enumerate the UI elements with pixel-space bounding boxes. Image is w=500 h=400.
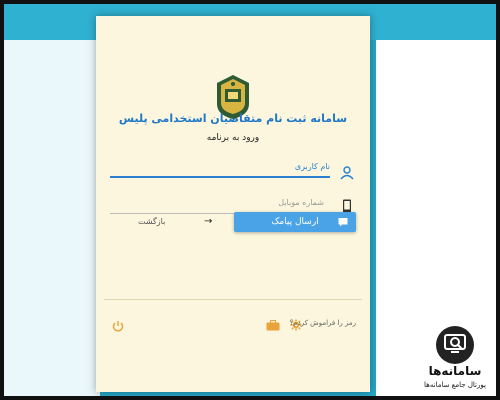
send-sms-button[interactable]: ارسال پیامک	[234, 212, 356, 232]
background-left	[4, 40, 100, 396]
login-card: سامانه ثبت نام متقاضیان استخدامی پلیس ور…	[96, 16, 370, 392]
arrow-right-icon[interactable]: →	[204, 216, 212, 227]
mobile-input[interactable]: شماره موبایل	[278, 198, 324, 207]
site-watermark-logo: سامانه‌ها پورتال جامع سامانه‌ها	[420, 326, 490, 396]
phone-icon	[343, 199, 351, 213]
user-icon	[340, 166, 354, 180]
logo-badge	[436, 326, 474, 364]
message-icon	[338, 218, 348, 227]
watermark-subtitle: پورتال جامع سامانه‌ها	[424, 381, 486, 389]
username-input[interactable]	[110, 176, 330, 178]
forgot-password-link[interactable]: رمز را فراموش کردم؟	[290, 319, 356, 327]
briefcase-icon[interactable]	[266, 320, 280, 331]
page-subtitle: ورود به برنامه	[206, 133, 260, 143]
send-button-label: ارسال پیامک	[271, 217, 319, 227]
footer-divider	[104, 299, 362, 300]
username-label: نام کاربری	[294, 162, 330, 171]
back-link[interactable]: بازگشت	[138, 217, 165, 226]
page-title: سامانه ثبت نام متقاضیان استخدامی پلیس	[118, 112, 348, 125]
watermark-title: سامانه‌ها	[428, 364, 482, 378]
power-icon[interactable]	[112, 320, 124, 332]
monitor-magnifier-icon	[444, 334, 466, 353]
